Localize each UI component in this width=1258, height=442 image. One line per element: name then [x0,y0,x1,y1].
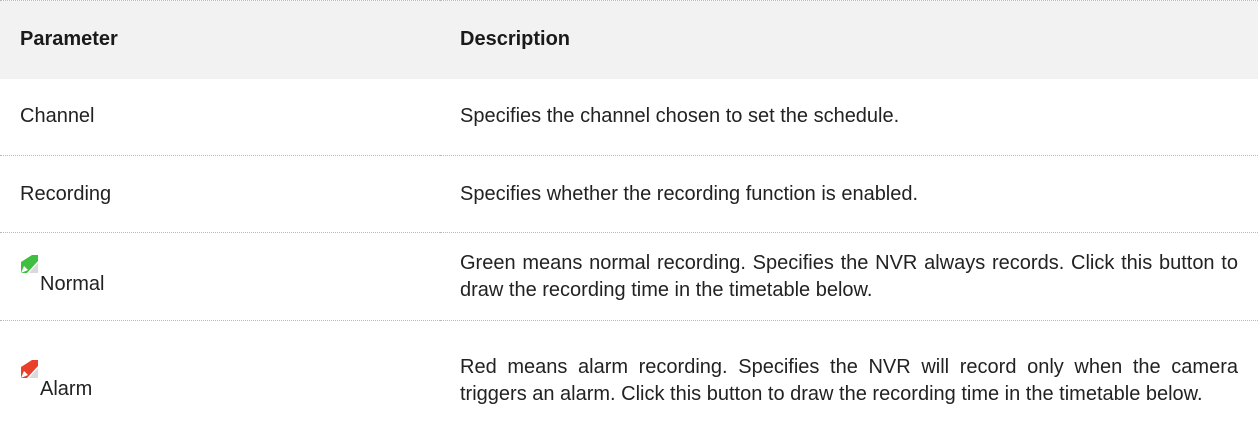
parameter-name: Normal [40,273,105,295]
parameter-description: Specifies the channel chosen to set the … [460,105,900,128]
parameter-description: Specifies whether the recording function… [460,182,919,205]
table-row-alarm: Alarm Red means alarm recording. Specifi… [0,321,1258,442]
parameter-name-with-icon: Alarm [20,359,93,403]
table-row-normal: Normal Green means normal recording. Spe… [0,233,1258,321]
parameter-table: Parameter Description Channel Specifies … [0,0,1258,442]
table-body: Channel Specifies the channel chosen to … [0,79,1258,442]
header-row: Parameter Description [0,0,1258,79]
parameter-name: Recording [20,182,112,205]
table-header: Parameter Description [0,0,1258,79]
green-pen-icon [21,255,38,273]
parameter-description: Green means normal recording. Specifies … [460,251,1238,301]
header-parameter: Parameter [20,28,118,51]
parameter-name-cell: Normal [0,233,440,321]
parameter-name: Channel [20,105,95,128]
parameter-name: Alarm [40,377,93,400]
table-row-channel: Channel Specifies the channel chosen to … [0,79,1258,156]
header-description: Description [460,28,571,51]
parameter-description: Red means alarm recording. Specifies the… [460,356,1238,406]
parameter-name-with-icon: Normal [20,255,104,298]
table-row-recording: Recording Specifies whether the recordin… [0,156,1258,233]
red-pen-icon [21,359,38,378]
parameter-name-cell: Alarm [0,321,440,442]
